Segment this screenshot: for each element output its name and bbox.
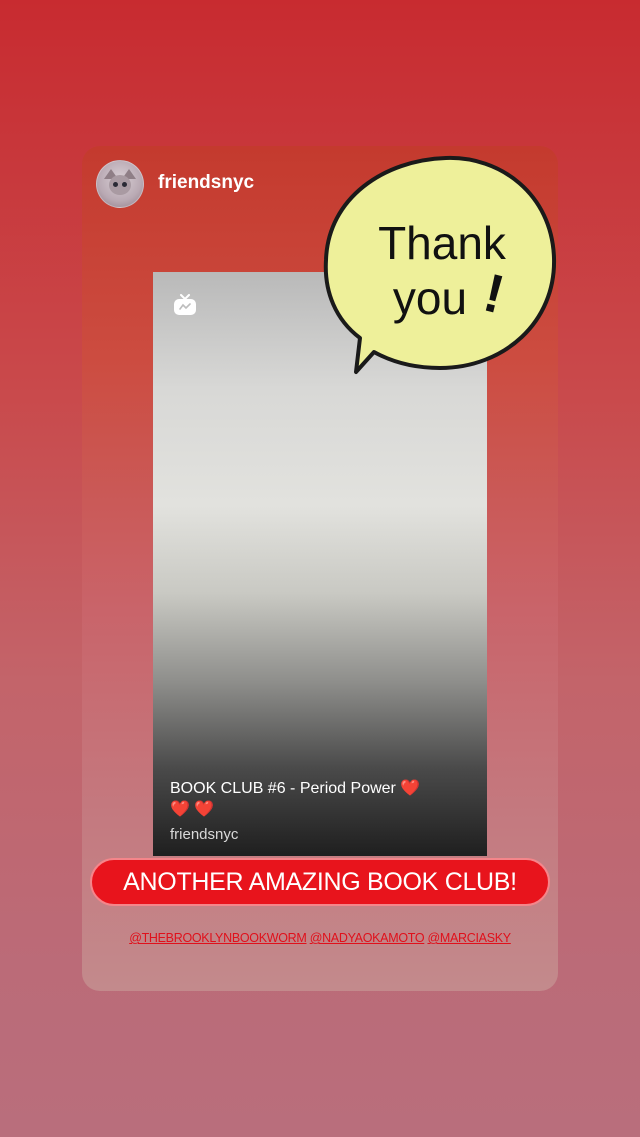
igtv-icon <box>174 294 196 315</box>
hearts-icons: ❤️ ❤️ <box>170 801 215 818</box>
story-username[interactable]: friendsnyc <box>158 172 254 194</box>
mention-link[interactable]: @NADYAOKAMOTO <box>310 931 425 945</box>
caption-banner: ANOTHER AMAZING BOOK CLUB! <box>90 858 550 906</box>
avatar[interactable] <box>96 160 144 208</box>
heart-icon: ❤️ <box>400 780 421 797</box>
mention-link[interactable]: @THEBROOKLYNBOOKWORM <box>129 931 307 945</box>
thank-you-sticker[interactable]: Thank you ! <box>322 154 558 380</box>
mention-link[interactable]: @MARCIASKY <box>427 931 511 945</box>
cat-eye-right <box>122 182 127 187</box>
video-username: friendsnyc <box>170 826 239 843</box>
cat-eye-left <box>113 182 118 187</box>
video-title-text: BOOK CLUB #6 - Period Power <box>170 780 396 797</box>
sticker-line2: you <box>393 272 467 324</box>
mentions-row: @THEBROOKLYNBOOKWORM @NADYAOKAMOTO @MARC… <box>82 931 558 945</box>
sticker-line1: Thank <box>378 217 507 269</box>
story-card[interactable]: friendsnyc BOOK CLUB #6 - Period Power ❤… <box>82 146 558 991</box>
video-title: BOOK CLUB #6 - Period Power ❤️ ❤️ ❤️ <box>170 778 460 820</box>
